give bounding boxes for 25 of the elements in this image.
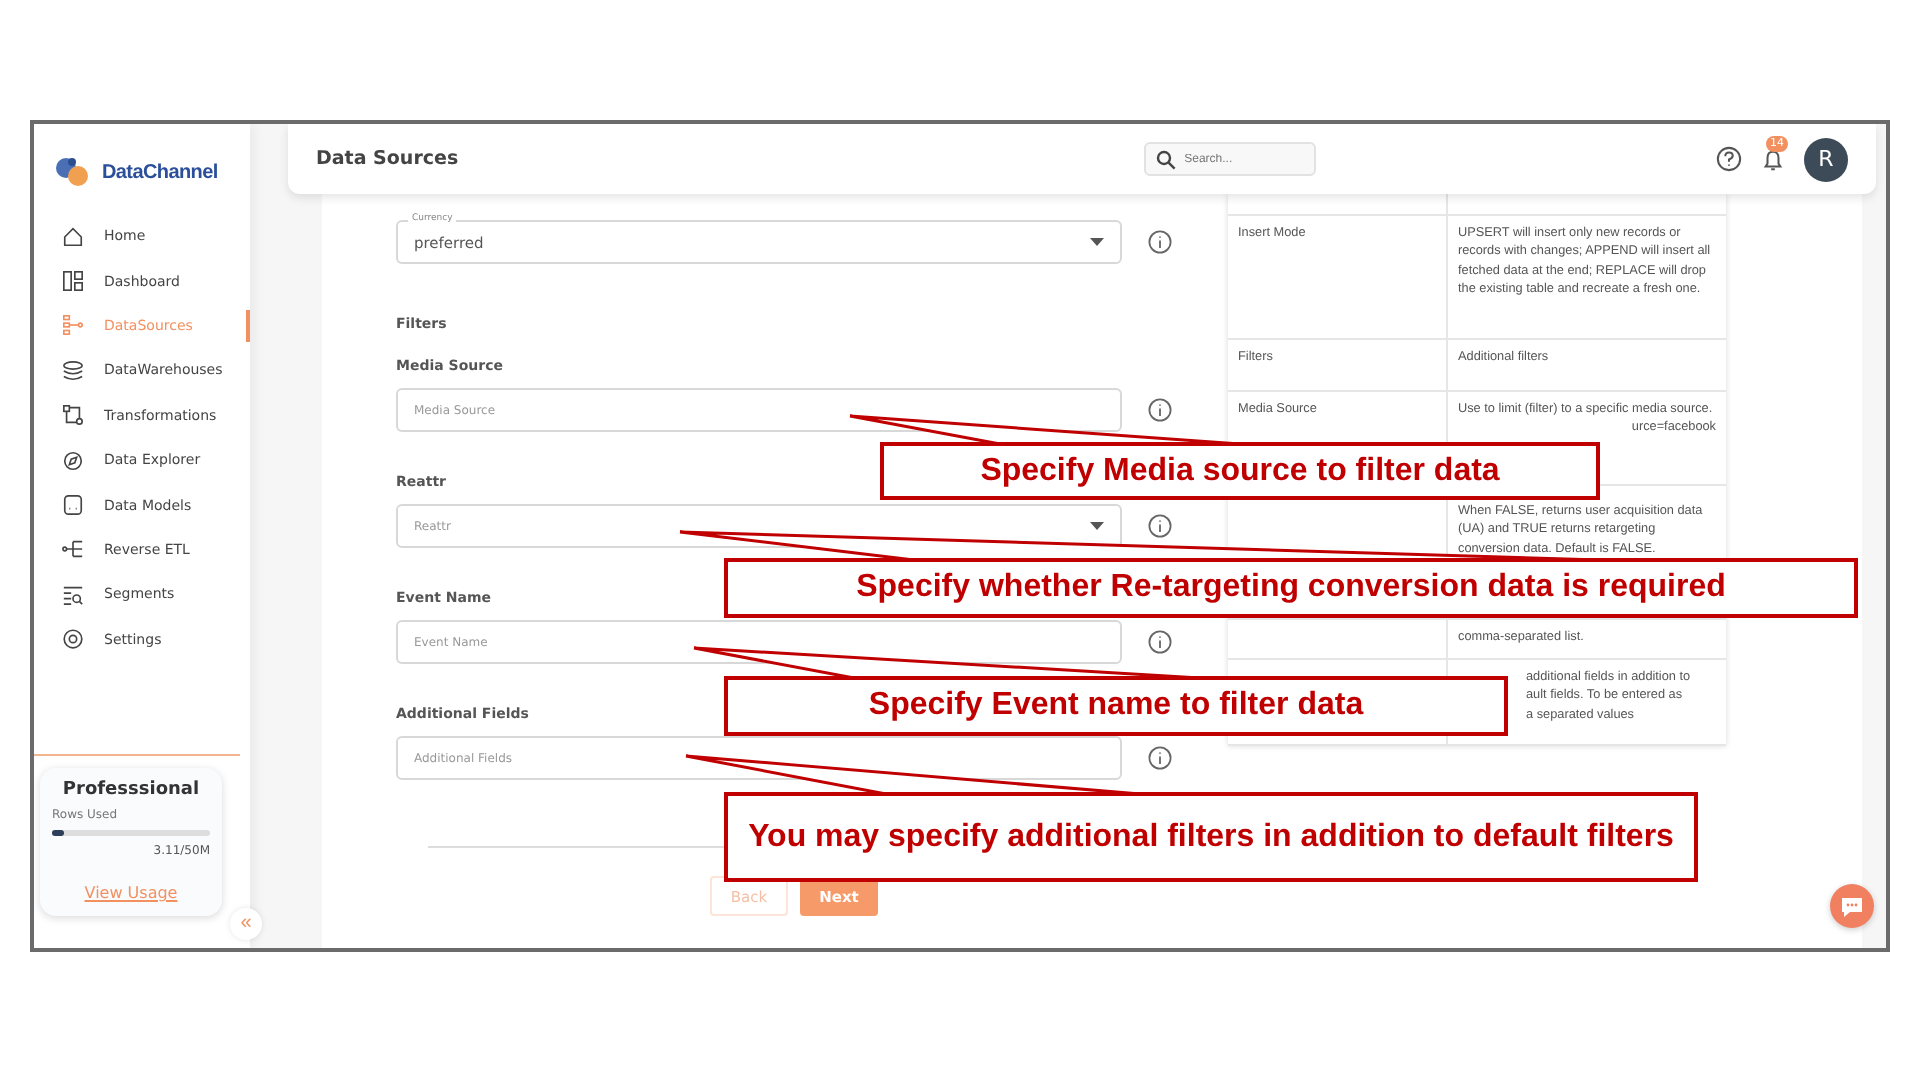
dashboard-icon: [62, 270, 84, 293]
brand-name: DataChannel: [102, 161, 218, 183]
info-icon[interactable]: [1148, 746, 1172, 770]
info-icon[interactable]: [1148, 514, 1172, 538]
notification-bell-icon[interactable]: [1762, 147, 1784, 171]
compass-icon: [62, 449, 84, 472]
user-avatar[interactable]: R: [1804, 137, 1848, 181]
list-search-icon: [62, 583, 84, 606]
model-icon: [62, 494, 84, 517]
info-icon[interactable]: [1148, 230, 1172, 254]
branch-icon: [62, 538, 84, 561]
caret-icon: [1090, 238, 1104, 246]
info-icon[interactable]: [1148, 630, 1172, 654]
layers-icon: [62, 359, 84, 382]
help-icon[interactable]: [1716, 146, 1742, 172]
plan-title: Professsional: [60, 780, 202, 800]
home-icon: [62, 225, 84, 248]
chat-icon: [1840, 895, 1864, 917]
logo-icon: [52, 152, 92, 192]
info-icon[interactable]: [1148, 398, 1172, 422]
settings-icon: [62, 628, 84, 651]
search-icon: [1156, 149, 1177, 169]
transform-icon: [62, 404, 84, 427]
flow-icon: [62, 314, 84, 337]
page-title: Data Sources: [316, 148, 459, 170]
